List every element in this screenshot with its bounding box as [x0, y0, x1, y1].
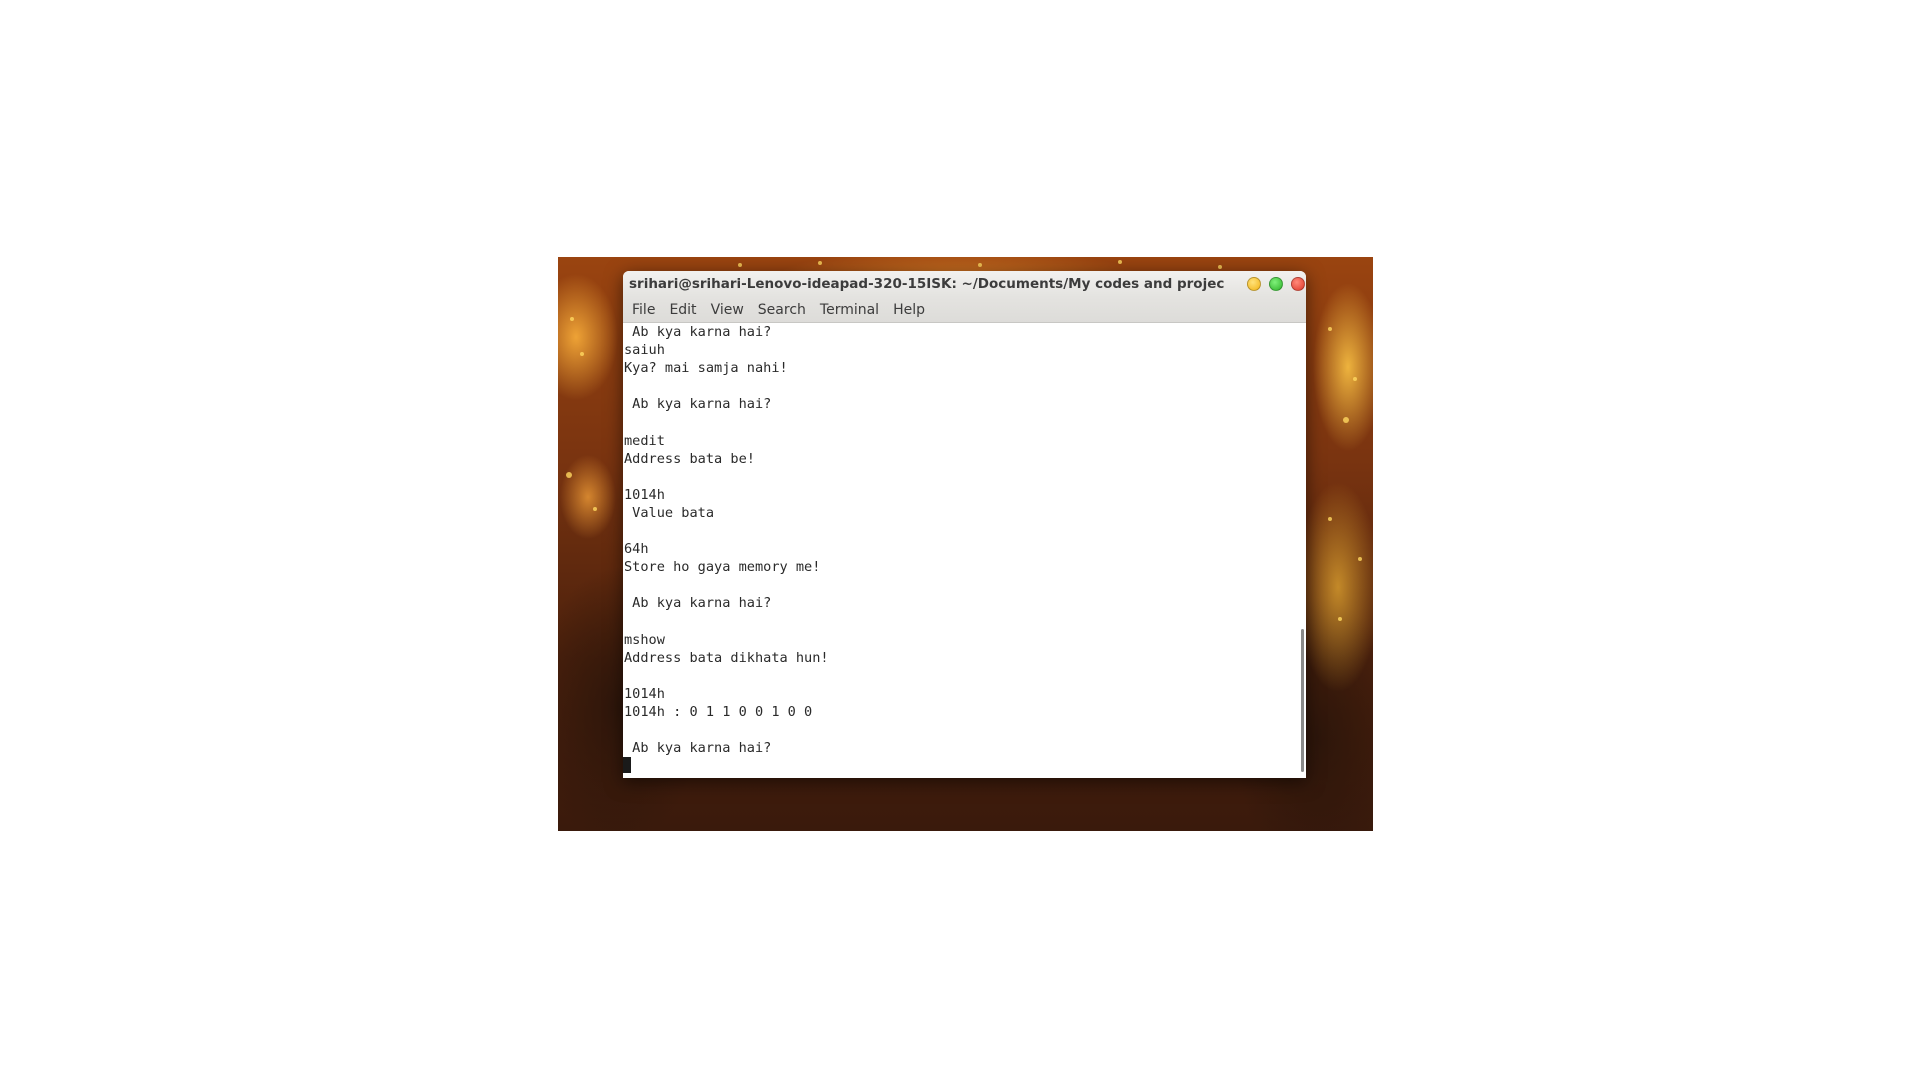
scrollbar[interactable]	[1298, 323, 1306, 778]
desktop-wallpaper: srihari@srihari-Lenovo-ideapad-320-15ISK…	[558, 257, 1373, 831]
menu-view[interactable]: View	[704, 302, 751, 318]
text-cursor	[623, 757, 631, 774]
terminal-line: Ab kya karna hai?	[624, 396, 772, 413]
window-title: srihari@srihari-Lenovo-ideapad-320-15ISK…	[629, 276, 1224, 292]
menu-terminal[interactable]: Terminal	[813, 302, 886, 318]
terminal-line: Value bata	[624, 504, 715, 521]
terminal-line: Kya? mai samja nahi!	[624, 360, 788, 377]
menu-help[interactable]: Help	[886, 302, 932, 318]
terminal-line: Address bata dikhata hun!	[624, 649, 829, 666]
terminal-output[interactable]: Ab kya karna hai? saiuh Kya? mai samja n…	[623, 323, 1298, 778]
terminal-line: Ab kya karna hai?	[624, 595, 772, 612]
terminal-line: mshow	[624, 631, 665, 648]
menu-bar: File Edit View Search Terminal Help	[623, 297, 1306, 323]
terminal-line: 1014h : 0 1 1 0 0 1 0 0	[624, 703, 813, 720]
menu-edit[interactable]: Edit	[662, 302, 703, 318]
terminal-line: Store ho gaya memory me!	[624, 559, 821, 576]
terminal-line: 1014h	[624, 685, 665, 702]
terminal-line: 64h	[624, 541, 649, 558]
menu-file[interactable]: File	[625, 302, 662, 318]
maximize-button[interactable]	[1269, 277, 1283, 291]
minimize-button[interactable]	[1247, 277, 1261, 291]
close-button[interactable]	[1291, 277, 1305, 291]
terminal-window[interactable]: srihari@srihari-Lenovo-ideapad-320-15ISK…	[623, 271, 1306, 778]
title-bar[interactable]: srihari@srihari-Lenovo-ideapad-320-15ISK…	[623, 271, 1306, 297]
terminal-line: 1014h	[624, 486, 665, 503]
terminal-line: medit	[624, 432, 665, 449]
terminal-line: Ab kya karna hai?	[624, 740, 772, 757]
scrollbar-thumb[interactable]	[1301, 629, 1304, 772]
terminal-text: Ab kya karna hai? saiuh Kya? mai samja n…	[623, 323, 1298, 757]
terminal-line: Address bata be!	[624, 450, 755, 467]
terminal-line: Ab kya karna hai?	[624, 324, 772, 340]
terminal-line: saiuh	[624, 342, 665, 359]
menu-search[interactable]: Search	[751, 302, 813, 318]
